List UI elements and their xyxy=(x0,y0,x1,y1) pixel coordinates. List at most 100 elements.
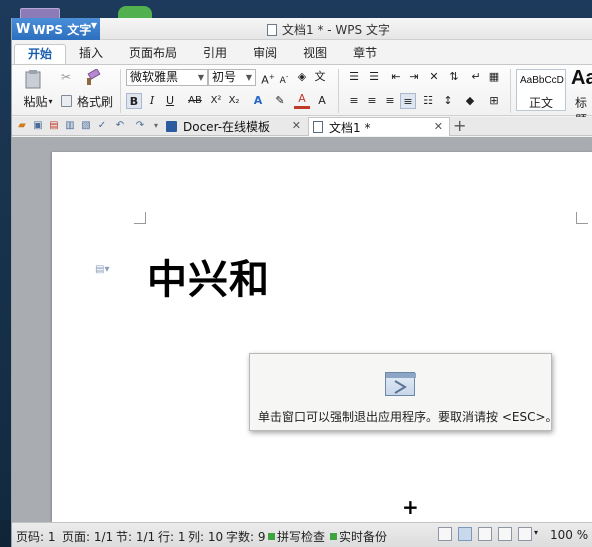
style-heading-sample[interactable]: Aa xyxy=(571,67,592,90)
table-icon[interactable]: ▦ xyxy=(486,69,502,85)
wps-menu-label: WPS 文字 xyxy=(32,22,92,37)
cut-icon[interactable]: ✂ xyxy=(58,69,74,85)
status-page-number[interactable]: 页码: 1 xyxy=(16,528,56,545)
tab-section[interactable]: 章节 xyxy=(340,44,390,64)
close-icon[interactable]: ✕ xyxy=(434,120,443,133)
chevron-down-icon: ▼ xyxy=(90,21,97,30)
paste-icon[interactable] xyxy=(22,69,44,89)
window-kill-icon xyxy=(385,372,416,396)
copy-icon[interactable] xyxy=(58,93,74,109)
bullets-icon[interactable]: ☰ xyxy=(346,69,362,85)
style-normal[interactable]: AaBbCcD 正文 xyxy=(516,69,566,111)
page-view-icon[interactable] xyxy=(458,527,472,541)
tab-view[interactable]: 视图 xyxy=(290,44,340,64)
tab-docer-templates[interactable]: Docer-在线模板 ✕ xyxy=(162,117,307,136)
align-center-icon[interactable]: ≡ xyxy=(364,93,380,109)
text-effect-icon[interactable]: A xyxy=(250,93,266,109)
margin-marker xyxy=(134,212,146,224)
align-right-icon[interactable]: ≡ xyxy=(382,93,398,109)
redo-icon[interactable]: ↷ xyxy=(134,120,146,132)
char-border-icon[interactable]: A xyxy=(314,93,330,109)
status-word-count[interactable]: 字数: 9 xyxy=(226,528,266,545)
underline-button[interactable]: U xyxy=(162,93,178,109)
spell-check-toggle[interactable]: 拼写检查 xyxy=(268,528,325,545)
document-canvas: ▤▾ 中兴和 + 单击窗口可以强制退出应用程序。要取消请按 <ESC>。 xyxy=(12,137,592,522)
tab-home[interactable]: 开始 xyxy=(14,44,67,64)
justify-icon[interactable]: ≡ xyxy=(400,93,416,109)
format-painter-icon[interactable] xyxy=(84,69,102,87)
open-folder-icon[interactable]: ▰ xyxy=(16,120,28,132)
reading-view-icon[interactable] xyxy=(518,527,532,541)
tab-page-layout[interactable]: 页面布局 xyxy=(116,44,190,64)
highlight-icon[interactable]: ✎ xyxy=(272,93,288,109)
wps-menu-button[interactable]: W WPS 文字 ▼ xyxy=(12,18,100,40)
dialog-message: 单击窗口可以强制退出应用程序。要取消请按 <ESC>。 xyxy=(258,410,558,424)
paragraph-handle-icon[interactable]: ▤▾ xyxy=(95,264,109,275)
paste-button[interactable]: 粘贴 ▾ xyxy=(18,93,58,109)
show-marks-icon[interactable]: ↵ xyxy=(468,69,484,85)
close-icon[interactable]: ✕ xyxy=(292,119,301,132)
font-color-icon[interactable]: A xyxy=(294,93,310,109)
document-icon xyxy=(313,121,323,133)
font-name-select[interactable]: 微软雅黑 ▼ xyxy=(126,69,208,86)
italic-button[interactable]: I xyxy=(144,93,160,109)
export-pdf-icon[interactable]: ▤ xyxy=(48,120,60,132)
fullscreen-view-icon[interactable] xyxy=(438,527,452,541)
outdent-icon[interactable]: ⇤ xyxy=(388,69,404,85)
line-spacing-icon[interactable]: ↕ xyxy=(440,93,456,109)
window-title-text: 文档1 * - WPS 文字 xyxy=(282,23,390,37)
desktop-background xyxy=(0,120,11,520)
spell-check-icon[interactable]: ✓ xyxy=(96,120,108,132)
status-pages: 页面: 1/1 xyxy=(62,530,114,544)
backup-label: 实时备份 xyxy=(339,530,388,544)
align-left-icon[interactable]: ≡ xyxy=(346,93,362,109)
tab-review[interactable]: 审阅 xyxy=(240,44,290,64)
distribute-icon[interactable]: ☷ xyxy=(420,93,436,109)
ribbon-home: 粘贴 ▾ ✂ 格式刷 微软雅黑 ▼ 初号 ▼ A+ A- ◈ 文 B I U A… xyxy=(12,64,592,127)
superscript-button[interactable]: X² xyxy=(208,93,224,109)
strikethrough-button[interactable]: AB xyxy=(184,93,206,109)
web-view-icon[interactable] xyxy=(498,527,512,541)
bold-button[interactable]: B xyxy=(126,93,142,109)
outline-view-icon[interactable] xyxy=(478,527,492,541)
wps-window: W WPS 文字 ▼ 文档1 * - WPS 文字 开始 插入 页面布局 引用 … xyxy=(11,18,592,547)
force-quit-dialog[interactable]: 单击窗口可以强制退出应用程序。要取消请按 <ESC>。 xyxy=(249,353,558,431)
format-painter-button[interactable]: 格式刷 xyxy=(75,93,115,109)
backup-toggle[interactable]: 实时备份 xyxy=(330,528,387,545)
sort-icon[interactable]: ⇅ xyxy=(446,69,462,85)
print-icon[interactable]: ▥ xyxy=(64,120,76,132)
undo-icon[interactable]: ↶ xyxy=(114,120,126,132)
indent-icon[interactable]: ⇥ xyxy=(406,69,422,85)
window-title: 文档1 * - WPS 文字 xyxy=(267,21,390,38)
margin-marker xyxy=(576,212,588,224)
zoom-level[interactable]: 100 % xyxy=(550,528,588,542)
grow-font-icon[interactable]: A+ xyxy=(260,69,276,87)
phonetic-guide-icon[interactable]: 文 xyxy=(312,69,328,85)
style-normal-label: 正文 xyxy=(528,96,553,110)
save-icon[interactable]: ▣ xyxy=(32,120,44,132)
tab-insert[interactable]: 插入 xyxy=(66,44,116,64)
status-row: 行: 1 xyxy=(158,530,186,544)
document-heading[interactable]: 中兴和 xyxy=(147,247,270,305)
shrink-font-icon[interactable]: A- xyxy=(276,69,292,86)
print-preview-icon[interactable]: ▧ xyxy=(80,120,92,132)
status-column: 列: 10 xyxy=(188,530,224,544)
subscript-button[interactable]: X₂ xyxy=(226,93,242,109)
separator xyxy=(120,69,121,113)
docer-icon xyxy=(166,121,177,132)
chevron-down-icon[interactable]: ▾ xyxy=(150,120,162,132)
chevron-down-icon[interactable]: ▾ xyxy=(534,528,538,537)
clear-format-icon[interactable]: ◈ xyxy=(294,69,310,85)
font-size-value: 初号 xyxy=(212,70,237,84)
tab-references[interactable]: 引用 xyxy=(190,44,240,64)
new-tab-button[interactable]: + xyxy=(453,117,466,135)
shading-icon[interactable]: ◆ xyxy=(462,93,478,109)
tab-document-1[interactable]: 文档1 * ✕ xyxy=(308,117,450,136)
title-bar: W WPS 文字 ▼ 文档1 * - WPS 文字 xyxy=(12,18,592,40)
border-icon[interactable]: ⊞ xyxy=(486,93,502,109)
font-size-select[interactable]: 初号 ▼ xyxy=(208,69,256,86)
document-page[interactable]: ▤▾ 中兴和 + xyxy=(52,152,592,522)
numbering-icon[interactable]: ☰ xyxy=(366,69,382,85)
chevron-down-icon: ▼ xyxy=(245,73,252,82)
chinese-layout-icon[interactable]: ✕ xyxy=(426,69,442,85)
